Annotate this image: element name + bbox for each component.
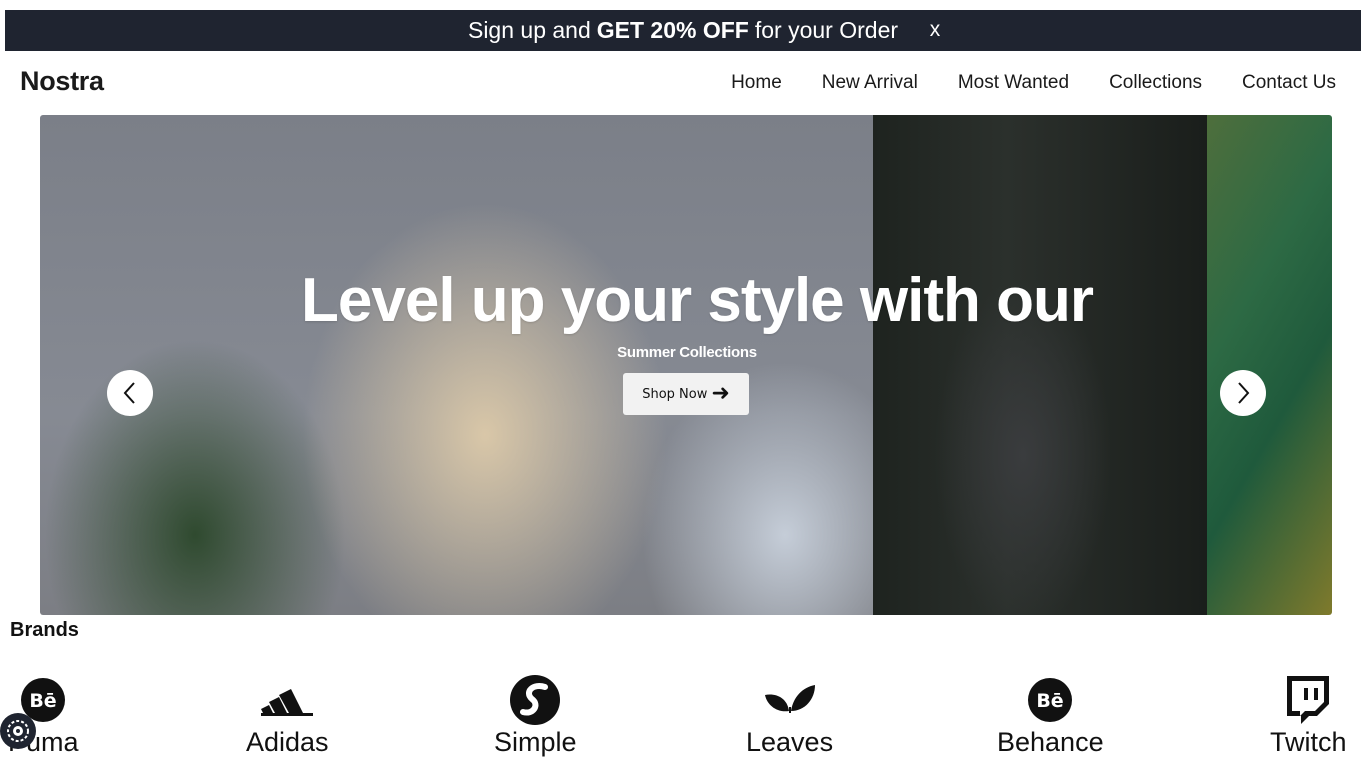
hero-image-man-coat xyxy=(873,115,1207,615)
brand-label: Behance xyxy=(997,727,1104,757)
brand-label: Simple xyxy=(494,727,577,757)
accessibility-button[interactable] xyxy=(0,713,36,749)
nav-collections[interactable]: Collections xyxy=(1109,72,1202,94)
svg-text:Bē: Bē xyxy=(30,690,57,712)
promo-text-post: for your Order xyxy=(754,17,899,43)
main-nav: Home New Arrival Most Wanted Collections… xyxy=(731,72,1336,94)
brands-heading: Brands xyxy=(10,619,79,641)
behance-icon: Bē xyxy=(1027,675,1073,725)
hero-subtitle: Summer Collections xyxy=(617,344,757,361)
promo-text-pre: Sign up and xyxy=(467,17,591,43)
carousel-prev-button[interactable] xyxy=(107,370,153,416)
hero-image-group xyxy=(40,115,873,615)
hero-image-partial xyxy=(1207,115,1332,615)
nav-home[interactable]: Home xyxy=(731,72,782,94)
adidas-icon xyxy=(261,675,314,725)
chevron-left-icon xyxy=(123,382,135,404)
shop-now-button[interactable]: Shop Now ➜ xyxy=(623,373,749,415)
arrow-right-icon: ➜ xyxy=(711,381,730,406)
nav-new-arrival[interactable]: New Arrival xyxy=(822,72,918,94)
brand-label: Leaves xyxy=(746,727,834,757)
promo-close-button[interactable]: x xyxy=(923,16,947,44)
brand-twitch[interactable]: Twitch xyxy=(1270,675,1347,756)
simple-icon xyxy=(509,675,561,725)
hero-carousel: Level up your style with our Summer Coll… xyxy=(40,115,1332,615)
site-logo[interactable]: Nostra xyxy=(20,66,104,97)
promo-banner: Sign up and GET 20% OFF for your Order x xyxy=(5,10,1361,51)
brand-label: Twitch xyxy=(1270,727,1347,757)
brand-behance[interactable]: Bē Behance xyxy=(997,675,1104,756)
accessibility-icon xyxy=(7,720,29,742)
svg-text:Bē: Bē xyxy=(1037,690,1064,712)
nav-most-wanted[interactable]: Most Wanted xyxy=(958,72,1069,94)
hero-title: Level up your style with our xyxy=(301,266,1094,335)
promo-text-discount: GET 20% OFF xyxy=(596,17,749,43)
carousel-next-button[interactable] xyxy=(1220,370,1266,416)
brand-adidas[interactable]: Adidas xyxy=(246,675,329,756)
leaves-icon xyxy=(764,675,815,725)
brand-label: Adidas xyxy=(246,727,329,757)
twitch-icon xyxy=(1283,675,1333,725)
nav-contact-us[interactable]: Contact Us xyxy=(1242,72,1336,94)
brand-leaves[interactable]: Leaves xyxy=(746,675,833,756)
chevron-right-icon xyxy=(1238,382,1250,404)
brand-simple[interactable]: Simple xyxy=(494,675,577,756)
shop-now-label: Shop Now xyxy=(642,386,708,402)
